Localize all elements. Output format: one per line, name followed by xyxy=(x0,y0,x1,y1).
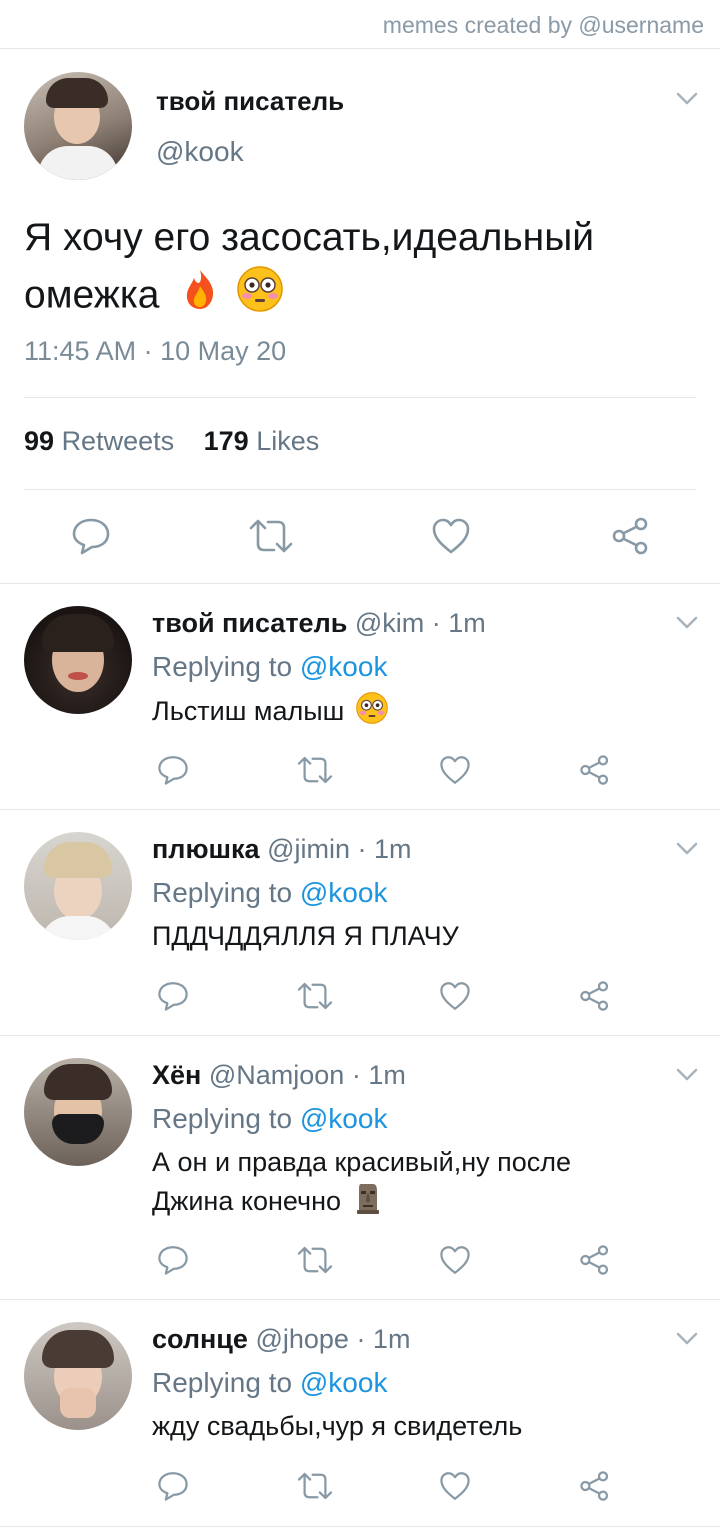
replying-label: Replying to xyxy=(152,1103,293,1134)
likes-stat[interactable]: 179 Likes xyxy=(204,426,320,456)
divider xyxy=(24,489,696,490)
reply-text-content: Льстиш малыш xyxy=(152,696,345,727)
replying-label: Replying to xyxy=(152,1367,293,1398)
reply-text-content: ПДДЧДДЯЛЛЯ Я ПЛАЧУ xyxy=(152,921,459,951)
credit-text: memes created by @username xyxy=(382,12,704,38)
retweet-icon[interactable] xyxy=(248,516,294,556)
tweet-actions xyxy=(0,516,720,566)
reply-text-content: жду свадьбы,чур я свидетель xyxy=(152,1411,523,1441)
reply-author-name[interactable]: Хён xyxy=(152,1060,201,1090)
reply-text-content: Джина конечно xyxy=(152,1186,342,1217)
tweet-text-content: Я хочу его засосать,идеальный омежка xyxy=(24,216,595,317)
retweet-icon[interactable] xyxy=(296,754,334,786)
like-icon[interactable] xyxy=(438,1244,472,1276)
replying-label: Replying to xyxy=(152,651,293,682)
avatar[interactable] xyxy=(24,606,132,714)
reply-icon[interactable] xyxy=(156,1244,190,1276)
fire-emoji xyxy=(180,268,220,326)
retweet-icon[interactable] xyxy=(296,1470,334,1502)
reply-author-name[interactable]: твой писатель xyxy=(152,608,347,638)
avatar[interactable] xyxy=(24,72,132,180)
reply-time: · 1m xyxy=(351,1060,406,1090)
reply-author-handle[interactable]: @Namjoon xyxy=(209,1060,344,1090)
author-handle[interactable]: @kook xyxy=(156,136,244,168)
likes-label: Likes xyxy=(256,426,320,456)
reply-icon[interactable] xyxy=(156,980,190,1012)
divider xyxy=(24,397,696,398)
reply-header: твой писатель @kim · 1m xyxy=(152,608,486,639)
replying-to-link[interactable]: @kook xyxy=(300,1367,388,1398)
reply-text-line: А он и правда красивый,ну после xyxy=(152,1147,572,1177)
reply-author-handle[interactable]: @kim xyxy=(355,608,424,638)
chevron-down-icon[interactable] xyxy=(676,1068,698,1082)
reply-actions xyxy=(0,980,720,1030)
reply-text: жду свадьбы,чур я свидетель xyxy=(152,1407,672,1445)
reply-author-name[interactable]: солнце xyxy=(152,1324,248,1354)
reply-header: Хён @Namjoon · 1m xyxy=(152,1060,406,1091)
share-icon[interactable] xyxy=(578,1470,612,1502)
retweets-count: 99 xyxy=(24,426,55,456)
reply-text-line: Джина конечно xyxy=(152,1181,672,1225)
reply-icon[interactable] xyxy=(156,754,190,786)
replying-to: Replying to @kook xyxy=(152,1367,387,1399)
retweets-stat[interactable]: 99 Retweets xyxy=(24,426,174,456)
flushed-emoji xyxy=(237,266,283,328)
reply-author-name[interactable]: плюшка xyxy=(152,834,260,864)
author-name[interactable]: твой писатель xyxy=(156,86,344,117)
reply-text: ПДДЧДДЯЛЛЯ Я ПЛАЧУ xyxy=(152,917,672,955)
chevron-down-icon[interactable] xyxy=(676,616,698,630)
moai-emoji xyxy=(355,1181,381,1225)
replying-label: Replying to xyxy=(152,877,293,908)
reply-actions xyxy=(0,754,720,804)
chevron-down-icon[interactable] xyxy=(676,92,698,106)
flushed-emoji xyxy=(355,692,388,734)
reply-header: плюшка @jimin · 1m xyxy=(152,834,412,865)
divider xyxy=(0,1035,720,1036)
reply-icon[interactable] xyxy=(70,516,112,556)
chevron-down-icon[interactable] xyxy=(676,842,698,856)
reply-time: · 1m xyxy=(356,1324,411,1354)
replying-to-link[interactable]: @kook xyxy=(300,877,388,908)
share-icon[interactable] xyxy=(610,516,652,556)
divider xyxy=(0,1299,720,1300)
reply-text: Льстиш малыш xyxy=(152,692,672,734)
avatar[interactable] xyxy=(24,1058,132,1166)
tweet-timestamp[interactable]: 11:45 AM · 10 May 20 xyxy=(24,336,286,367)
share-icon[interactable] xyxy=(578,1244,612,1276)
replying-to: Replying to @kook xyxy=(152,877,387,909)
reply-actions xyxy=(0,1470,720,1520)
reply-author-handle[interactable]: @jimin xyxy=(267,834,350,864)
like-icon[interactable] xyxy=(438,1470,472,1502)
reply-actions xyxy=(0,1244,720,1294)
likes-count: 179 xyxy=(203,426,249,456)
replying-to: Replying to @kook xyxy=(152,651,387,683)
share-icon[interactable] xyxy=(578,754,612,786)
top-divider xyxy=(0,48,720,49)
chevron-down-icon[interactable] xyxy=(676,1332,698,1346)
share-icon[interactable] xyxy=(578,980,612,1012)
replying-to-link[interactable]: @kook xyxy=(300,651,388,682)
reply-header: солнце @jhope · 1m xyxy=(152,1324,410,1355)
replying-to-link[interactable]: @kook xyxy=(300,1103,388,1134)
tweet-text: Я хочу его засосать,идеальный омежка xyxy=(24,210,704,328)
like-icon[interactable] xyxy=(438,754,472,786)
like-icon[interactable] xyxy=(438,980,472,1012)
tweet-stats: 99 Retweets 179 Likes xyxy=(24,426,319,457)
like-icon[interactable] xyxy=(430,516,472,556)
reply-author-handle[interactable]: @jhope xyxy=(255,1324,348,1354)
divider xyxy=(0,583,720,584)
retweet-icon[interactable] xyxy=(296,980,334,1012)
reply-text: А он и правда красивый,ну после Джина ко… xyxy=(152,1143,672,1225)
reply-time: · 1m xyxy=(357,834,412,864)
divider xyxy=(0,1526,720,1527)
reply-icon[interactable] xyxy=(156,1470,190,1502)
avatar[interactable] xyxy=(24,832,132,940)
replying-to: Replying to @kook xyxy=(152,1103,387,1135)
retweets-label: Retweets xyxy=(61,426,175,456)
reply-time: · 1m xyxy=(431,608,486,638)
retweet-icon[interactable] xyxy=(296,1244,334,1276)
avatar[interactable] xyxy=(24,1322,132,1430)
divider xyxy=(0,809,720,810)
